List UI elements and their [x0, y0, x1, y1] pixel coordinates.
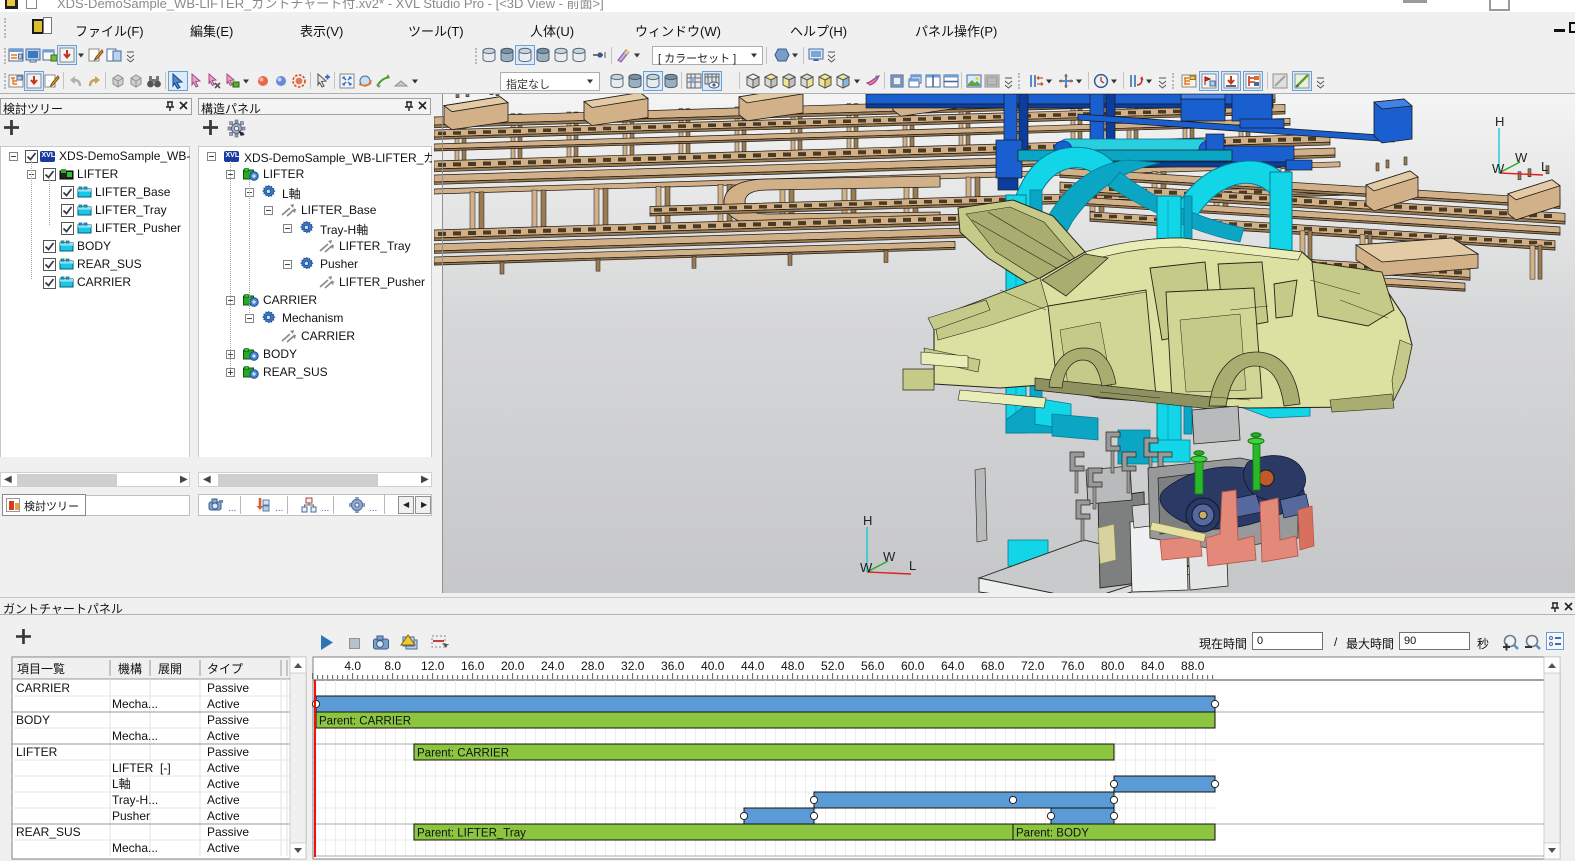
svg-text:機構: 機構: [118, 661, 142, 676]
svg-text:Passive: Passive: [207, 745, 249, 759]
svg-text:Pusher: Pusher: [112, 809, 150, 823]
svg-text:W: W: [1492, 161, 1505, 176]
svg-text:56.0: 56.0: [861, 659, 885, 673]
svg-text:32.0: 32.0: [621, 659, 645, 673]
svg-text:L: L: [909, 558, 916, 573]
svg-text:40.0: 40.0: [701, 659, 725, 673]
svg-text:Passive: Passive: [207, 681, 249, 695]
svg-text:44.0: 44.0: [741, 659, 765, 673]
svg-text:W: W: [860, 560, 873, 575]
svg-text:Tray-H...: Tray-H...: [112, 793, 158, 807]
svg-text:Mecha...: Mecha...: [112, 841, 158, 855]
svg-text:80.0: 80.0: [1101, 659, 1125, 673]
svg-text:Parent: CARRIER: Parent: CARRIER: [417, 748, 509, 760]
svg-text:52.0: 52.0: [821, 659, 845, 673]
svg-text:W: W: [883, 549, 896, 564]
svg-text:Passive: Passive: [207, 713, 249, 727]
svg-text:64.0: 64.0: [941, 659, 965, 673]
svg-text:Active: Active: [207, 729, 240, 743]
svg-text:H: H: [1495, 114, 1504, 129]
svg-text:4.0: 4.0: [344, 659, 361, 673]
svg-text:Parent: CARRIER: Parent: CARRIER: [319, 716, 411, 728]
svg-text:Active: Active: [207, 793, 240, 807]
svg-text:88.0: 88.0: [1181, 659, 1205, 673]
svg-text:Parent: BODY: Parent: BODY: [1016, 828, 1089, 840]
svg-text:BODY: BODY: [16, 713, 50, 727]
svg-text:Mecha...: Mecha...: [112, 697, 158, 711]
svg-text:16.0: 16.0: [461, 659, 485, 673]
svg-text:W: W: [1515, 150, 1528, 165]
svg-text:項目一覧: 項目一覧: [17, 662, 65, 676]
svg-text:72.0: 72.0: [1021, 659, 1045, 673]
svg-text:Active: Active: [207, 697, 240, 711]
svg-text:LIFTER: LIFTER: [112, 761, 154, 775]
svg-text:展開: 展開: [158, 662, 182, 676]
svg-text:12.0: 12.0: [421, 659, 445, 673]
svg-text:36.0: 36.0: [661, 659, 685, 673]
svg-text:REAR_SUS: REAR_SUS: [16, 825, 81, 839]
svg-text:76.0: 76.0: [1061, 659, 1085, 673]
svg-text:84.0: 84.0: [1141, 659, 1165, 673]
svg-text:60.0: 60.0: [901, 659, 925, 673]
svg-text:Mecha...: Mecha...: [112, 729, 158, 743]
svg-text:Active: Active: [207, 809, 240, 823]
svg-text:タイプ: タイプ: [207, 662, 243, 676]
svg-text:L軸: L軸: [112, 777, 131, 791]
svg-text:Active: Active: [207, 777, 240, 791]
svg-text:LIFTER: LIFTER: [16, 745, 58, 759]
svg-text:H: H: [863, 513, 872, 528]
svg-text:Passive: Passive: [207, 825, 249, 839]
svg-text:Parent: LIFTER_Tray: Parent: LIFTER_Tray: [417, 828, 526, 840]
svg-text:L: L: [1541, 159, 1548, 174]
svg-text:CARRIER: CARRIER: [16, 681, 70, 695]
svg-text:24.0: 24.0: [541, 659, 565, 673]
svg-text:20.0: 20.0: [501, 659, 525, 673]
svg-text:8.0: 8.0: [384, 659, 401, 673]
svg-text:[-]: [-]: [160, 761, 171, 775]
svg-text:28.0: 28.0: [581, 659, 605, 673]
svg-text:Active: Active: [207, 761, 240, 775]
svg-text:Active: Active: [207, 841, 240, 855]
svg-text:68.0: 68.0: [981, 659, 1005, 673]
svg-text:48.0: 48.0: [781, 659, 805, 673]
